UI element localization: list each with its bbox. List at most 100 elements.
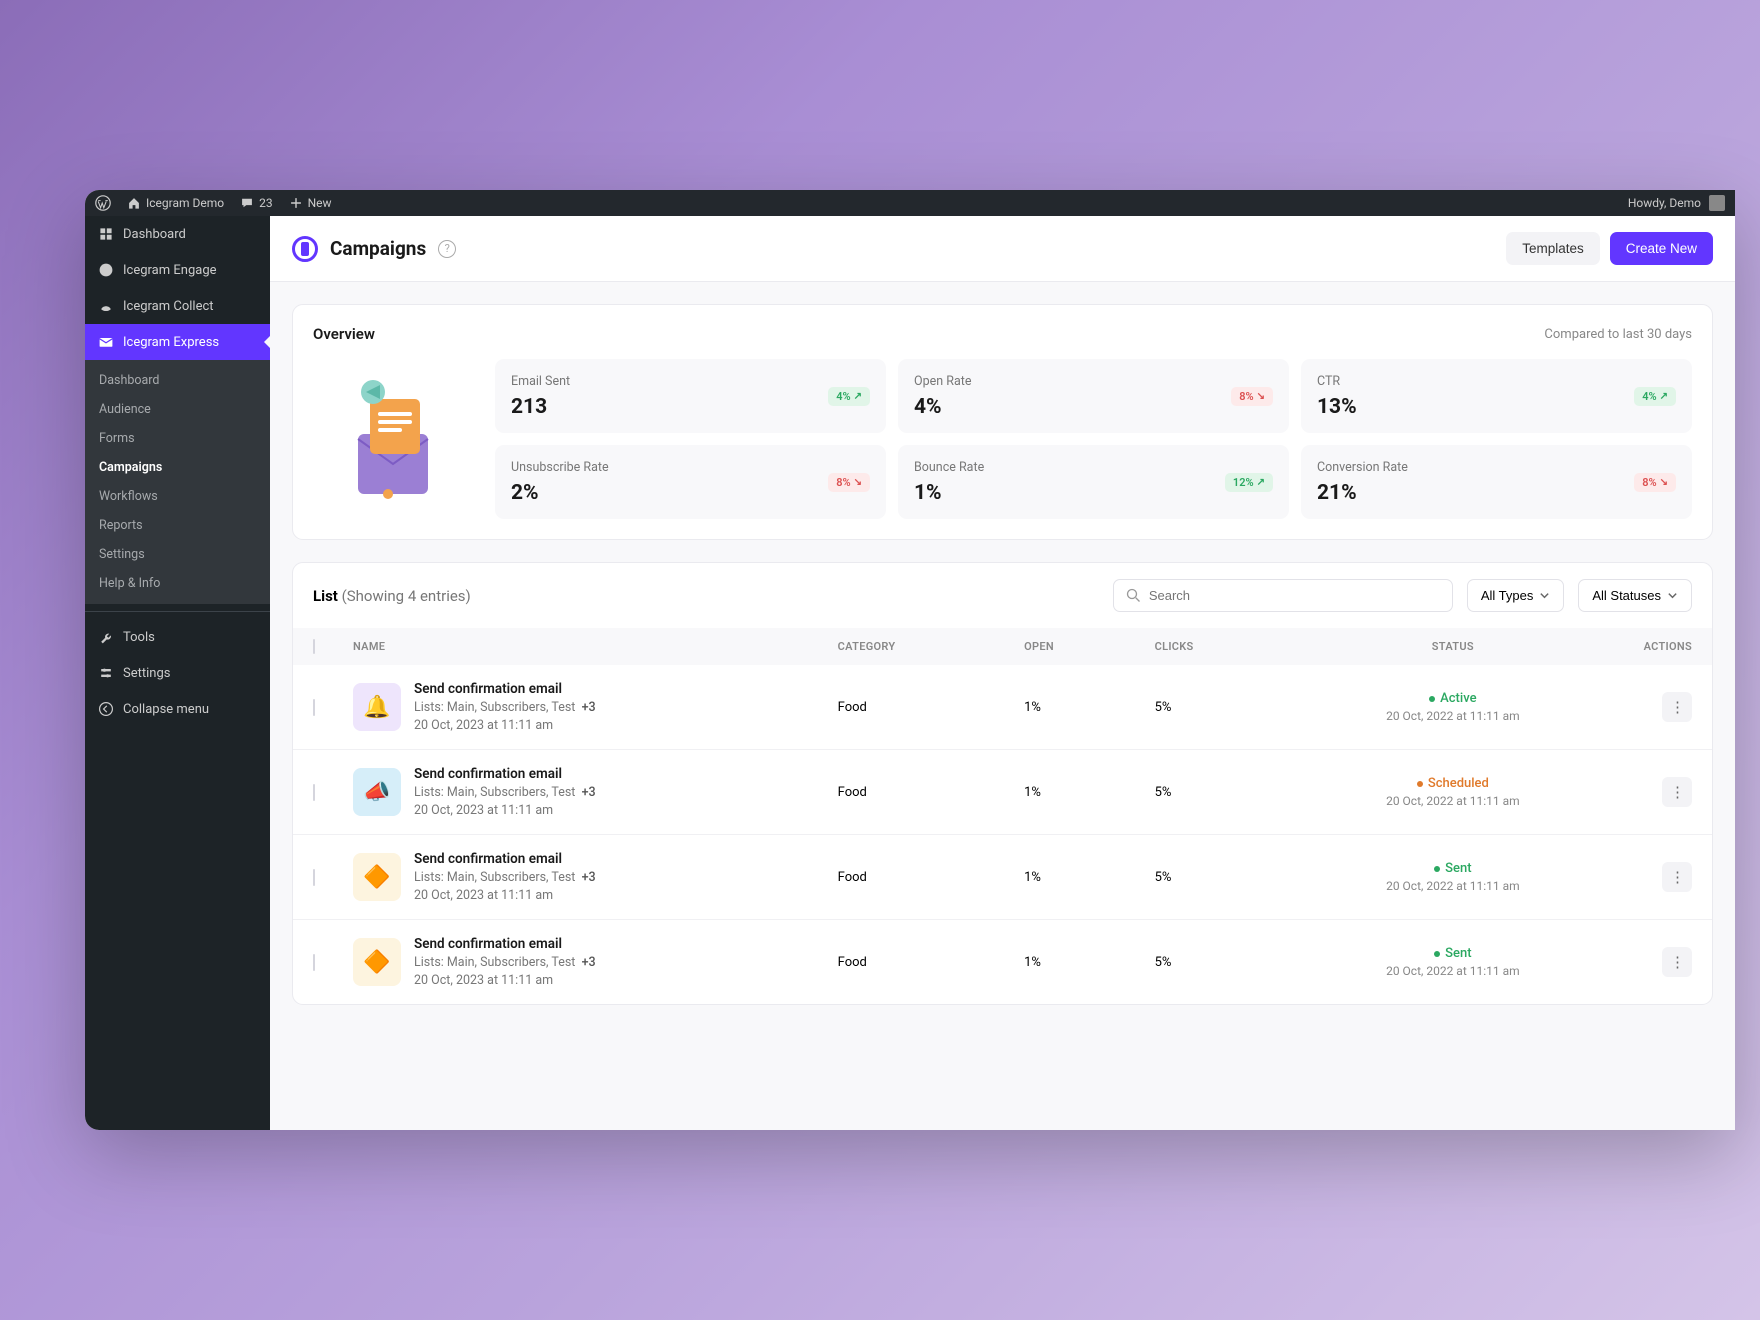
cell-clicks: 5%: [1155, 785, 1304, 800]
sidebar-sub-campaigns[interactable]: Campaigns: [85, 453, 270, 482]
metric-trend: 12% ↗: [1225, 473, 1273, 492]
metric-email-sent: Email Sent 213 4% ↗: [495, 359, 886, 433]
row-actions-button[interactable]: ⋮: [1662, 862, 1692, 892]
campaign-date: 20 Oct, 2023 at 11:11 am: [414, 803, 596, 818]
sidebar-sub-help-&-info[interactable]: Help & Info: [85, 569, 270, 598]
sidebar-item-label: Icegram Engage: [123, 263, 217, 278]
list-subtitle: (Showing 4 entries): [342, 587, 471, 605]
sidebar-sub-forms[interactable]: Forms: [85, 424, 270, 453]
collect-icon: [97, 298, 115, 314]
campaign-name[interactable]: Send confirmation email: [414, 936, 596, 952]
wp-logo[interactable]: [95, 195, 111, 211]
search-input[interactable]: [1149, 588, 1440, 603]
campaign-date: 20 Oct, 2023 at 11:11 am: [414, 888, 596, 903]
sidebar-item-collapse-menu[interactable]: Collapse menu: [85, 691, 270, 727]
sidebar: Dashboard Icegram Engage Icegram CollectIc…: [85, 216, 270, 1130]
status-date: 20 Oct, 2022 at 11:11 am: [1304, 709, 1602, 723]
metric-value: 4%: [914, 395, 971, 419]
campaign-date: 20 Oct, 2023 at 11:11 am: [414, 718, 596, 733]
row-actions-button[interactable]: ⋮: [1662, 692, 1692, 722]
table-row: 📣 Send confirmation email Lists: Main, S…: [293, 750, 1712, 835]
sidebar-sub-audience[interactable]: Audience: [85, 395, 270, 424]
filter-type[interactable]: All Types: [1467, 579, 1565, 612]
site-name: Icegram Demo: [146, 196, 224, 210]
overview-illustration: [313, 359, 473, 519]
sidebar-sub-workflows[interactable]: Workflows: [85, 482, 270, 511]
sidebar-item-dashboard[interactable]: Dashboard: [85, 216, 270, 252]
metric-value: 1%: [914, 481, 984, 505]
express-icon: [97, 334, 115, 350]
metric-label: Open Rate: [914, 374, 971, 389]
metric-unsubscribe-rate: Unsubscribe Rate 2% 8% ↘: [495, 445, 886, 519]
sidebar-item-label: Tools: [123, 630, 155, 645]
status-badge: Sent: [1434, 946, 1471, 961]
col-actions: ACTIONS: [1602, 640, 1692, 653]
status-date: 20 Oct, 2022 at 11:11 am: [1304, 879, 1602, 893]
user-menu[interactable]: Howdy, Demo: [1628, 195, 1725, 211]
list-card: List (Showing 4 entries) All Types: [292, 562, 1713, 1005]
sidebar-item-icegram-express[interactable]: Icegram Express: [85, 324, 270, 360]
metric-trend: 8% ↘: [1231, 387, 1273, 406]
row-checkbox[interactable]: [313, 954, 315, 971]
cell-category: Food: [838, 870, 1024, 885]
page-header: Campaigns ? Templates Create New: [270, 216, 1735, 282]
row-checkbox[interactable]: [313, 869, 315, 886]
campaign-date: 20 Oct, 2023 at 11:11 am: [414, 973, 596, 988]
col-category: CATEGORY: [838, 640, 1024, 653]
campaign-lists: Lists: Main, Subscribers, Test +3: [414, 955, 596, 970]
plus-icon: [289, 196, 303, 210]
metric-label: Bounce Rate: [914, 460, 984, 475]
campaign-name[interactable]: Send confirmation email: [414, 766, 596, 782]
sidebar-item-label: Collapse menu: [123, 702, 209, 717]
settings-icon: [97, 665, 115, 681]
templates-button[interactable]: Templates: [1506, 232, 1600, 265]
status-badge: Active: [1429, 691, 1476, 706]
new-link[interactable]: New: [289, 196, 332, 210]
home-icon: [127, 196, 141, 210]
comment-icon: [240, 196, 254, 210]
greeting: Howdy, Demo: [1628, 196, 1701, 210]
page-title: Campaigns: [330, 237, 426, 260]
search-box[interactable]: [1113, 579, 1453, 612]
row-checkbox[interactable]: [313, 699, 315, 716]
campaign-thumbnail: 🔔: [353, 683, 401, 731]
trend-down-icon: ↘: [854, 477, 862, 488]
sidebar-sub-dashboard[interactable]: Dashboard: [85, 366, 270, 395]
campaign-thumbnail: 🔶: [353, 938, 401, 986]
campaign-name[interactable]: Send confirmation email: [414, 681, 596, 697]
site-link[interactable]: Icegram Demo: [127, 196, 224, 210]
help-icon[interactable]: ?: [438, 240, 456, 258]
sidebar-sub-reports[interactable]: Reports: [85, 511, 270, 540]
cell-category: Food: [838, 785, 1024, 800]
create-new-button[interactable]: Create New: [1610, 232, 1713, 265]
filter-status[interactable]: All Statuses: [1578, 579, 1692, 612]
row-actions-button[interactable]: ⋮: [1662, 947, 1692, 977]
row-actions-button[interactable]: ⋮: [1662, 777, 1692, 807]
select-all-checkbox[interactable]: [313, 639, 315, 654]
metric-value: 21%: [1317, 481, 1408, 505]
metric-trend: 4% ↗: [828, 387, 870, 406]
sidebar-item-tools[interactable]: Tools: [85, 619, 270, 655]
metric-bounce-rate: Bounce Rate 1% 12% ↗: [898, 445, 1289, 519]
metric-trend: 8% ↘: [828, 473, 870, 492]
avatar: [1709, 195, 1725, 211]
status-badge: Scheduled: [1417, 776, 1489, 791]
col-clicks: CLICKS: [1155, 640, 1304, 653]
sidebar-item-label: Dashboard: [123, 227, 186, 242]
sidebar-item-icegram-engage[interactable]: Icegram Engage: [85, 252, 270, 288]
search-icon: [1126, 588, 1141, 603]
trend-up-icon: ↗: [1257, 477, 1265, 488]
campaign-lists: Lists: Main, Subscribers, Test +3: [414, 870, 596, 885]
row-checkbox[interactable]: [313, 784, 315, 801]
campaign-thumbnail: 🔶: [353, 853, 401, 901]
comments-link[interactable]: 23: [240, 196, 273, 210]
sidebar-item-settings[interactable]: Settings: [85, 655, 270, 691]
campaign-name[interactable]: Send confirmation email: [414, 851, 596, 867]
new-label: New: [308, 196, 332, 210]
sidebar-sub-settings[interactable]: Settings: [85, 540, 270, 569]
trend-up-icon: ↗: [854, 391, 862, 402]
status-badge: Sent: [1434, 861, 1471, 876]
trend-up-icon: ↗: [1660, 391, 1668, 402]
sidebar-item-icegram-collect[interactable]: Icegram Collect: [85, 288, 270, 324]
comments-count: 23: [259, 196, 273, 210]
